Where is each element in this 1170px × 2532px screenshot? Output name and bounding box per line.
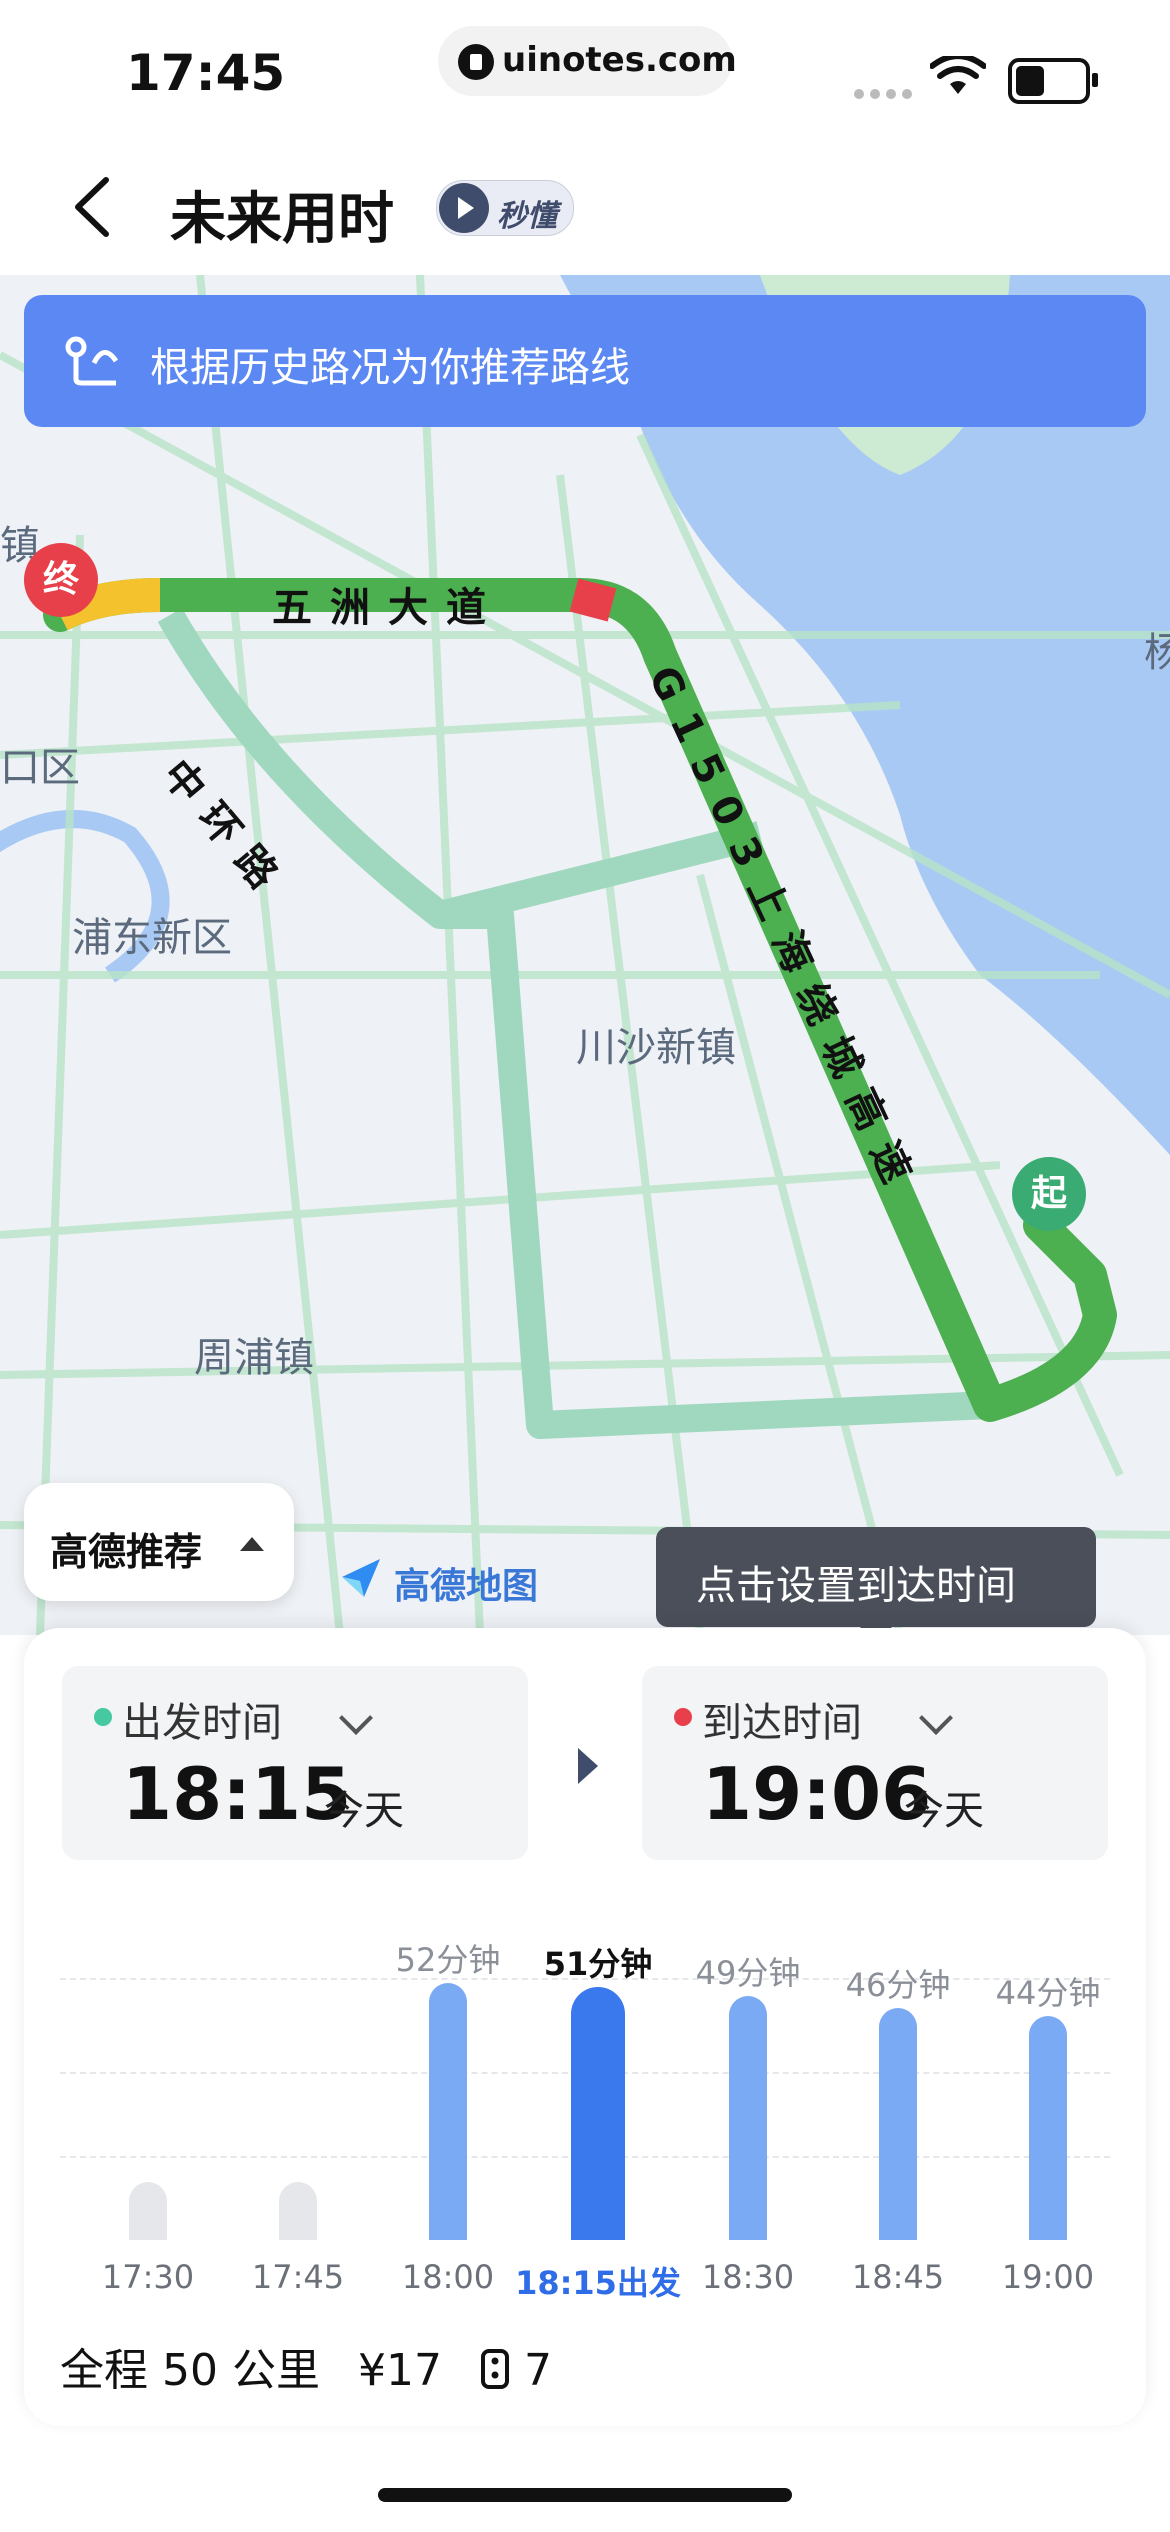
arrival-dot-icon: [674, 1708, 692, 1726]
badge-label: 秒懂: [497, 199, 557, 234]
play-icon: [439, 183, 489, 233]
origin-pin[interactable]: 起: [1012, 1157, 1086, 1231]
recommend-banner: 根据历史路况为你推荐路线: [24, 295, 1146, 427]
place-label-zhoupu: 周浦镇: [194, 1335, 314, 1381]
departure-day: 今天: [324, 1788, 404, 1834]
chevron-down-icon: [339, 1701, 373, 1735]
route-summary: 全程 50 公里 ¥17 7: [60, 2334, 576, 2398]
caret-up-icon: [240, 1537, 264, 1551]
url-text: uinotes.com: [502, 40, 737, 80]
status-time: 17:45: [126, 44, 286, 102]
time-panel: 出发时间 18:15 今天 到达时间 19:06 今天 17:30 17:45 52…: [24, 1628, 1146, 2426]
chart-tick-label[interactable]: 19:00: [948, 2258, 1148, 2296]
alternate-route-2: [436, 821, 764, 929]
route-preference-label: 高德推荐: [50, 1530, 203, 1574]
home-indicator[interactable]: [378, 2488, 792, 2502]
arrival-label: 到达时间: [702, 1700, 862, 1746]
place-label-kou-district: 口区: [0, 745, 80, 791]
arrow-right-icon: [578, 1748, 598, 1784]
arrival-time-box[interactable]: 到达时间 19:06 今天: [642, 1666, 1108, 1860]
chart-bar[interactable]: [429, 1983, 467, 2240]
chart-bar[interactable]: [729, 1995, 767, 2240]
departure-time: 18:15: [122, 1752, 352, 1836]
status-bar: 17:45 uinotes.com: [0, 0, 1170, 140]
distance-text: 全程 50 公里: [60, 2345, 320, 2396]
traffic-light-icon: [480, 2349, 509, 2389]
toll-text: ¥17: [357, 2345, 442, 2396]
explain-video-badge[interactable]: 秒懂: [436, 180, 574, 236]
route-map[interactable]: 根据历史路况为你推荐路线 五洲大道 中环路 G1503上海绕城高速 浦东新区 川…: [0, 275, 1170, 1635]
destination-pin[interactable]: 终: [24, 543, 98, 617]
departure-time-box[interactable]: 出发时间 18:15 今天: [62, 1666, 528, 1860]
wifi-icon: [930, 56, 986, 94]
traffic-light-count: 7: [523, 2345, 552, 2396]
title-bar: 未来用时 秒懂: [0, 140, 1170, 275]
arrival-day: 今天: [904, 1788, 984, 1834]
place-label-chuansha: 川沙新镇: [576, 1025, 736, 1071]
chevron-down-icon: [919, 1701, 953, 1735]
tooltip-text: 点击设置到达时间: [696, 1563, 1016, 1609]
chart-bar[interactable]: [879, 2007, 917, 2240]
arrival-hint-tooltip: 点击设置到达时间: [656, 1527, 1096, 1635]
page-title: 未来用时: [170, 187, 394, 252]
battery-icon: [1008, 58, 1098, 104]
road-label-wuzhou: 五洲大道: [272, 585, 504, 631]
amap-logo-icon: [342, 1559, 380, 1597]
chart-bar[interactable]: [129, 2182, 167, 2240]
place-label-yang: 杨: [1144, 630, 1170, 676]
place-label-pudong: 浦东新区: [72, 915, 232, 961]
url-pill[interactable]: uinotes.com: [438, 26, 737, 96]
route-history-icon: [65, 336, 119, 386]
chart-bar[interactable]: [1029, 2016, 1067, 2240]
duration-chart[interactable]: 17:30 17:45 52分钟 18:00 51分钟 18:15出发 49分钟 18:30 4…: [24, 1878, 1146, 2318]
route-jam-segment: [569, 578, 617, 622]
back-arrow-icon[interactable]: [60, 172, 130, 242]
chart-bar[interactable]: [279, 2182, 317, 2240]
signal-dots-icon: [854, 84, 918, 103]
banner-text: 根据历史路况为你推荐路线: [150, 345, 630, 391]
departure-dot-icon: [94, 1708, 112, 1726]
chart-bar[interactable]: [571, 1987, 625, 2240]
site-lock-icon: [458, 44, 494, 80]
route-preference-button[interactable]: 高德推荐: [24, 1483, 294, 1601]
map-logo-text: 高德地图: [394, 1566, 539, 1607]
departure-label: 出发时间: [122, 1700, 282, 1746]
arrival-time: 19:06: [702, 1752, 932, 1836]
chart-value-label: 44分钟: [995, 1974, 1101, 2012]
